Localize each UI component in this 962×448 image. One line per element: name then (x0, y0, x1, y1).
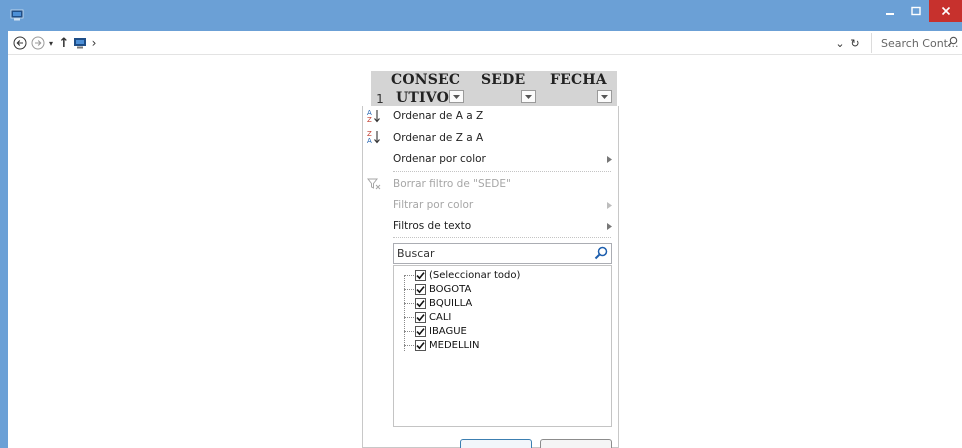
breadcrumb-arrow[interactable]: › (90, 31, 98, 55)
checkbox[interactable] (415, 311, 426, 323)
checkbox[interactable] (415, 325, 426, 337)
list-item[interactable]: BOGOTA (404, 282, 471, 296)
recent-locations-button[interactable]: ▾ (46, 31, 56, 55)
sort-ascending-icon: A Z (366, 107, 382, 125)
list-item-label: CALI (429, 311, 452, 323)
up-arrow-icon: ↑ (58, 35, 70, 51)
filter-by-color-menu-item[interactable]: Filtrar por color (393, 195, 473, 215)
column-header-consecutivo-line2: UTIVO (396, 90, 449, 106)
menu-separator (393, 237, 611, 238)
filter-search-placeholder: Buscar (397, 247, 435, 260)
address-dropdown-button[interactable]: ⌄ (834, 31, 846, 55)
list-item-label: (Seleccionar todo) (429, 269, 521, 281)
maximize-icon (911, 6, 921, 16)
chevron-down-icon: ⌄ (835, 36, 845, 50)
window-left-border (0, 31, 8, 448)
list-item-label: BQUILLA (429, 297, 473, 309)
tree-connector (404, 344, 414, 346)
sort-descending-icon: Z A (366, 128, 382, 146)
dropdown-arrow-icon (525, 94, 532, 99)
dropdown-arrow-icon (601, 94, 608, 99)
minimize-icon (886, 13, 894, 15)
filter-dropdown-fecha[interactable] (597, 90, 612, 103)
filter-search-input[interactable]: Buscar (393, 243, 612, 264)
search-icon (947, 36, 958, 47)
clear-filter-menu-item[interactable]: Borrar filtro de "SEDE" (393, 174, 511, 194)
list-item[interactable]: (Seleccionar todo) (404, 268, 520, 282)
checkbox[interactable] (415, 339, 426, 351)
location-icon-button[interactable] (72, 31, 88, 55)
column-header-sede: SEDE (481, 72, 526, 88)
sort-az-menu-item[interactable]: Ordenar de A a Z (393, 106, 483, 126)
list-item[interactable]: MEDELLIN (404, 338, 480, 352)
chevron-right-icon (605, 149, 613, 169)
checkmark-icon (416, 271, 425, 279)
svg-text:A: A (367, 137, 372, 145)
filter-dropdown-consecutivo[interactable] (449, 90, 464, 103)
list-item-label: MEDELLIN (429, 339, 480, 351)
sort-by-color-menu-item[interactable]: Ordenar por color (393, 149, 486, 169)
forward-arrow-icon (31, 36, 45, 50)
maximize-button[interactable] (903, 0, 929, 22)
minimize-button[interactable] (877, 0, 903, 22)
back-button[interactable] (12, 31, 28, 55)
checkbox[interactable] (415, 269, 426, 281)
chevron-right-icon (605, 216, 613, 236)
close-icon (941, 6, 950, 16)
navigation-bar: ▾ ↑ › ⌄ ↻ Search Cont... (8, 31, 962, 55)
close-button[interactable] (929, 0, 962, 22)
checkmark-icon (416, 299, 425, 307)
checkbox[interactable] (415, 283, 426, 295)
refresh-icon: ↻ (850, 36, 860, 50)
clear-filter-icon (366, 175, 382, 193)
checkmark-icon (416, 313, 425, 321)
computer-icon (74, 38, 86, 49)
search-icon (594, 246, 608, 260)
checkmark-icon (416, 327, 425, 335)
cancel-button[interactable] (540, 439, 612, 448)
up-button[interactable]: ↑ (57, 31, 71, 55)
tree-connector (404, 316, 414, 318)
tree-connector (404, 274, 414, 276)
tree-connector (404, 302, 414, 304)
dropdown-arrow-icon (453, 94, 460, 99)
search-box[interactable]: Search Cont... (871, 33, 960, 53)
chevron-right-icon (605, 195, 613, 215)
checkmark-icon (416, 341, 425, 349)
tree-connector (404, 288, 414, 290)
tree-connector (404, 330, 414, 332)
chevron-right-icon: › (91, 36, 97, 50)
refresh-button[interactable]: ↻ (848, 31, 862, 55)
filter-dropdown-sede[interactable] (521, 90, 536, 103)
sort-za-menu-item[interactable]: Ordenar de Z a A (393, 128, 483, 148)
menu-separator (393, 171, 611, 172)
column-header-fecha: FECHA (550, 72, 607, 88)
app-icon (10, 9, 24, 21)
chevron-down-icon: ▾ (48, 38, 53, 48)
window-title-bar (0, 0, 962, 31)
checkmark-icon (416, 285, 425, 293)
list-item-label: IBAGUE (429, 325, 467, 337)
back-arrow-icon (13, 36, 27, 50)
list-item[interactable]: CALI (404, 310, 451, 324)
forward-button[interactable] (30, 31, 46, 55)
ok-button[interactable] (460, 439, 532, 448)
column-header-consecutivo-line1: CONSEC (391, 72, 461, 88)
list-item[interactable]: BQUILLA (404, 296, 472, 310)
list-item-label: BOGOTA (429, 283, 472, 295)
checkbox[interactable] (415, 297, 426, 309)
svg-text:Z: Z (367, 116, 372, 124)
text-filters-menu-item[interactable]: Filtros de texto (393, 216, 471, 236)
list-item[interactable]: IBAGUE (404, 324, 467, 338)
